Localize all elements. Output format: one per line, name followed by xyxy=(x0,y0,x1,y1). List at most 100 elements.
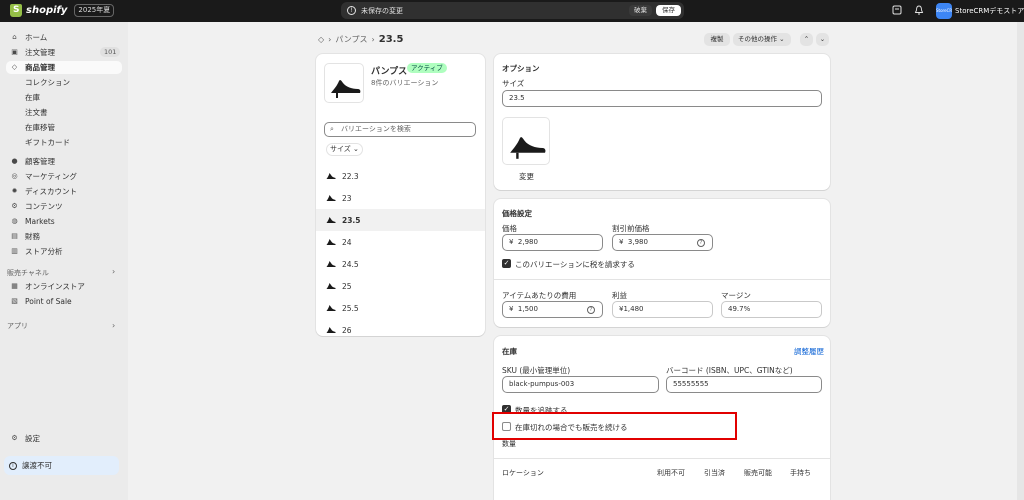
gear-icon: ⚙ xyxy=(11,434,18,442)
store-name[interactable]: StoreCRMデモストア xyxy=(955,6,1024,16)
sidebar-item-label: 設定 xyxy=(25,434,40,443)
orders-count-badge: 101 xyxy=(100,47,121,57)
barcode-label: バーコード (ISBN、UPC、GTINなど) xyxy=(666,366,793,375)
person-icon: ● xyxy=(11,157,18,165)
pricing-heading: 価格設定 xyxy=(502,209,532,218)
more-actions-button[interactable]: その他の操作 ⌄ xyxy=(733,33,791,46)
product-thumbnail[interactable] xyxy=(324,63,364,103)
sidebar-item-home[interactable]: ⌂ ホーム xyxy=(6,31,47,44)
variant-count: 8件のバリエーション xyxy=(371,79,439,87)
sidebar-item-label: 財務 xyxy=(25,232,40,241)
charge-tax-checkbox[interactable]: ✓ xyxy=(502,259,511,268)
apps-heading[interactable]: アプリ xyxy=(7,321,28,331)
sidebar-item-label: Point of Sale xyxy=(25,297,72,306)
page-title: 23.5 xyxy=(378,34,404,45)
shoe-image xyxy=(331,79,361,98)
sidebar-item-discounts[interactable]: ✹ ディスカウント xyxy=(6,185,77,198)
sidebar-item-marketing[interactable]: ◎ マーケティング xyxy=(6,170,77,183)
sidebar-item-gift-cards[interactable]: ギフトカード xyxy=(6,136,70,149)
sku-input[interactable]: black-pumpus-003 xyxy=(502,376,659,393)
highlight-box xyxy=(492,412,737,440)
barcode-input[interactable]: 55555555 xyxy=(666,376,822,393)
price-input[interactable]: ¥ 2,980 xyxy=(502,234,603,251)
variant-search-input[interactable]: ⌕ バリエーションを検索 xyxy=(324,122,476,137)
page-scrollbar[interactable] xyxy=(1017,22,1024,500)
sidebar-item-label: コンテンツ xyxy=(25,202,63,211)
target-icon: ◎ xyxy=(11,172,18,180)
size-filter-button[interactable]: サイズ ⌄ xyxy=(326,143,363,156)
sales-channels-heading[interactable]: 販売チャネル xyxy=(7,268,49,278)
variant-row[interactable]: 23.5 xyxy=(316,209,485,231)
breadcrumb-parent[interactable]: パンプス xyxy=(335,34,367,45)
bell-icon[interactable] xyxy=(913,5,925,17)
margin-value: 49.7% xyxy=(721,301,822,318)
size-option-input[interactable]: 23.5 xyxy=(502,90,822,107)
shopify-logo[interactable]: shopify 2025年夏 xyxy=(10,4,115,17)
more-actions-label: その他の操作 xyxy=(738,35,777,43)
non-transferable-label: 譲渡不可 xyxy=(22,461,52,470)
pricing-card: 価格設定 価格 ¥ 2,980 割引前価格 ¥ 3,980 ? ✓ このバリエー… xyxy=(494,199,830,327)
save-button[interactable]: 保存 xyxy=(656,5,681,16)
sidebar-item-analytics[interactable]: ▥ ストア分析 xyxy=(6,245,62,258)
shoe-icon xyxy=(326,173,336,179)
variant-image[interactable] xyxy=(502,117,550,165)
adjustment-history-link[interactable]: 調整履歴 xyxy=(794,346,824,357)
sidebar-item-inventory[interactable]: 在庫 xyxy=(6,91,40,104)
variant-row[interactable]: 25 xyxy=(316,275,485,297)
sidebar-item-purchase-orders[interactable]: 注文書 xyxy=(6,106,48,119)
chevron-down-icon: ⌄ xyxy=(779,35,785,43)
sku-label: SKU (最小管理単位) xyxy=(502,366,571,375)
divider xyxy=(494,458,830,459)
point-of-sale-icon[interactable] xyxy=(891,5,903,17)
sidebar-item-products[interactable]: ◇ 商品管理 xyxy=(6,61,122,74)
quantity-heading: 数量 xyxy=(502,440,516,448)
bank-icon: ▤ xyxy=(11,232,18,240)
shopify-bag-icon xyxy=(10,4,22,17)
chevron-right-icon[interactable]: › xyxy=(112,267,115,276)
compare-at-price-label: 割引前価格 xyxy=(612,224,650,233)
sidebar-item-finance[interactable]: ▤ 財務 xyxy=(6,230,40,243)
sidebar-item-orders[interactable]: ▣ 注文管理 xyxy=(6,46,55,59)
non-transferable-banner[interactable]: i 譲渡不可 xyxy=(4,456,119,475)
edition-badge[interactable]: 2025年夏 xyxy=(74,4,115,17)
sidebar-item-collections[interactable]: コレクション xyxy=(6,76,70,89)
sidebar-item-label: オンラインストア xyxy=(25,282,85,291)
search-icon: ⌕ xyxy=(330,125,334,133)
chevron-up-icon: ⌃ xyxy=(803,35,810,43)
help-icon[interactable]: ? xyxy=(697,239,705,247)
duplicate-button[interactable]: 複製 xyxy=(704,33,730,46)
chevron-right-icon[interactable]: › xyxy=(112,321,115,330)
variant-label: 25.5 xyxy=(342,303,359,313)
store-avatar[interactable]: StoreCRM xyxy=(936,3,952,19)
previous-variant-button[interactable]: ⌃ xyxy=(800,33,813,46)
change-image-button[interactable]: 変更 xyxy=(519,171,534,182)
sidebar-item-label: Markets xyxy=(25,217,55,226)
sidebar-item-customers[interactable]: ● 顧客管理 xyxy=(6,155,55,168)
help-icon[interactable]: ? xyxy=(587,306,595,314)
sidebar-item-online-store[interactable]: ▦ オンラインストア xyxy=(6,280,85,293)
discard-button[interactable]: 破棄 xyxy=(629,5,652,16)
variant-row[interactable]: 24 xyxy=(316,231,485,253)
variant-row[interactable]: 25.5 xyxy=(316,297,485,319)
variant-row[interactable]: 23 xyxy=(316,187,485,209)
variant-row[interactable]: 22.3 xyxy=(316,165,485,187)
charge-tax-label: このバリエーションに税を請求する xyxy=(515,260,635,269)
sidebar-item-markets[interactable]: ◍ Markets xyxy=(6,215,55,228)
sidebar-item-content[interactable]: ⚙ コンテンツ xyxy=(6,200,63,213)
variant-row[interactable]: 24.5 xyxy=(316,253,485,275)
sidebar-item-label: 顧客管理 xyxy=(25,157,55,166)
next-variant-button[interactable]: ⌄ xyxy=(816,33,829,46)
sidebar-item-label: マーケティング xyxy=(25,172,77,181)
sidebar-item-point-of-sale[interactable]: ▧ Point of Sale xyxy=(6,295,72,308)
shoe-icon xyxy=(326,305,336,311)
currency-symbol: ¥ xyxy=(619,238,624,246)
column-header-unavailable: 利用不可 xyxy=(657,469,685,477)
breadcrumb: ◇ › パンプス › 23.5 xyxy=(318,34,403,45)
sidebar-item-label: ホーム xyxy=(25,33,48,42)
variant-row[interactable]: 26 xyxy=(316,319,485,341)
sidebar-item-label: ギフトカード xyxy=(25,138,70,147)
column-header-on-hand: 手持ち xyxy=(790,469,811,477)
sidebar-item-transfers[interactable]: 在庫移管 xyxy=(6,121,55,134)
options-card: オプション サイズ 23.5 変更 xyxy=(494,54,830,190)
sidebar-item-settings[interactable]: ⚙ 設定 xyxy=(6,432,40,445)
